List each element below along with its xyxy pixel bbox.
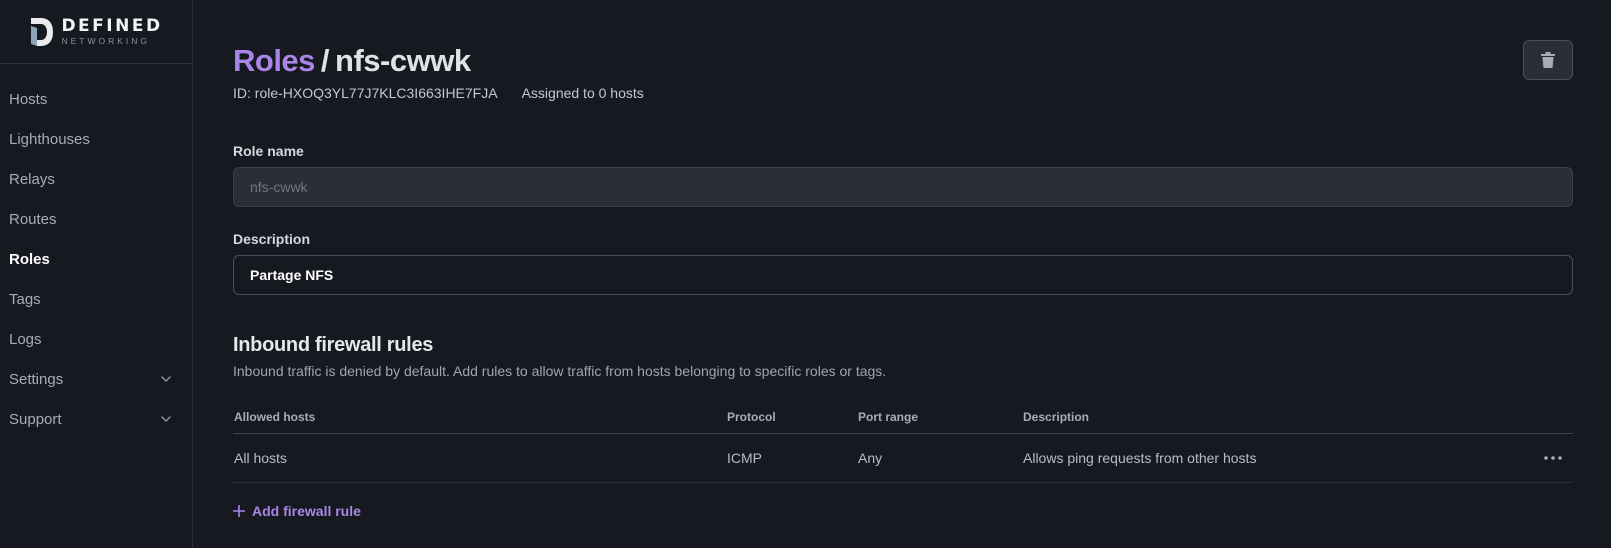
sidebar-item-label: Logs — [9, 330, 42, 348]
more-horizontal-icon — [1544, 456, 1562, 460]
description-label: Description — [233, 231, 311, 247]
sidebar-item-tags[interactable]: Tags — [0, 279, 192, 319]
description-field: Description — [233, 231, 1573, 295]
app-root: DEFINED NETWORKING Hosts Lighthouses Rel… — [0, 0, 1611, 548]
main-content: Roles / nfs-cwwk ID: role-HXOQ3YL77J7KLC… — [193, 0, 1611, 548]
sidebar-item-label: Routes — [9, 210, 57, 228]
breadcrumb-roles-link[interactable]: Roles — [233, 43, 315, 79]
cell-port-range: Any — [858, 450, 883, 466]
breadcrumb-current: nfs-cwwk — [335, 43, 471, 78]
defined-logo-icon — [31, 17, 54, 46]
sidebar-item-logs[interactable]: Logs — [0, 319, 192, 359]
sidebar-item-relays[interactable]: Relays — [0, 159, 192, 199]
sidebar-item-lighthouses[interactable]: Lighthouses — [0, 119, 192, 159]
table-row: All hosts ICMP Any Allows ping requests … — [233, 434, 1573, 483]
description-input[interactable] — [233, 255, 1573, 295]
firewall-rules-table: Allowed hosts Protocol Port range Descri… — [233, 401, 1573, 483]
table-header: Allowed hosts Protocol Port range Descri… — [233, 401, 1573, 434]
sidebar-item-label: Hosts — [9, 90, 48, 108]
sidebar-item-routes[interactable]: Routes — [0, 199, 192, 239]
sidebar-item-label: Settings — [9, 370, 64, 388]
firewall-section-subtitle: Inbound traffic is denied by default. Ad… — [233, 363, 887, 379]
role-name-field: Role name — [233, 143, 1573, 207]
sidebar-nav: Hosts Lighthouses Relays Routes Roles Ta… — [0, 64, 192, 439]
sidebar-item-support[interactable]: Support — [0, 399, 192, 439]
role-name-input — [233, 167, 1573, 207]
sidebar-item-label: Lighthouses — [9, 130, 90, 148]
firewall-section-title: Inbound firewall rules — [233, 334, 434, 356]
breadcrumb-separator: / — [320, 43, 330, 78]
sidebar-item-label: Roles — [9, 250, 50, 268]
sidebar-item-label: Relays — [9, 170, 55, 188]
brand-subtitle: NETWORKING — [61, 35, 150, 46]
cell-description: Allows ping requests from other hosts — [1023, 450, 1257, 466]
sidebar-item-label: Tags — [9, 290, 41, 308]
column-port-range: Port range — [858, 410, 919, 424]
role-name-label: Role name — [233, 143, 304, 159]
assigned-hosts-count: Assigned to 0 hosts — [521, 85, 644, 101]
page-title: Roles / nfs-cwwk — [233, 40, 1611, 82]
trash-icon — [1541, 52, 1555, 68]
chevron-down-icon — [161, 416, 171, 422]
column-allowed-hosts: Allowed hosts — [234, 410, 316, 424]
sidebar-item-roles[interactable]: Roles — [0, 239, 192, 279]
cell-protocol: ICMP — [727, 450, 762, 466]
plus-icon — [233, 505, 245, 517]
cell-allowed-hosts: All hosts — [234, 450, 287, 466]
delete-role-button[interactable] — [1523, 40, 1573, 80]
brand-title: DEFINED — [61, 15, 163, 36]
column-description: Description — [1023, 410, 1090, 424]
add-firewall-rule-label: Add firewall rule — [252, 503, 361, 519]
sidebar-item-hosts[interactable]: Hosts — [0, 79, 192, 119]
chevron-down-icon — [161, 376, 171, 382]
role-id: ID: role-HXOQ3YL77J7KLC3I663IHE7FJA — [233, 85, 498, 101]
role-meta: ID: role-HXOQ3YL77J7KLC3I663IHE7FJA Assi… — [233, 85, 1611, 101]
add-firewall-rule-button[interactable]: Add firewall rule — [233, 503, 361, 519]
row-menu-button[interactable] — [1533, 456, 1573, 460]
column-protocol: Protocol — [727, 410, 776, 424]
sidebar-item-label: Support — [9, 410, 62, 428]
sidebar: DEFINED NETWORKING Hosts Lighthouses Rel… — [0, 0, 193, 548]
sidebar-item-settings[interactable]: Settings — [0, 359, 192, 399]
brand-logo[interactable]: DEFINED NETWORKING — [0, 0, 192, 64]
